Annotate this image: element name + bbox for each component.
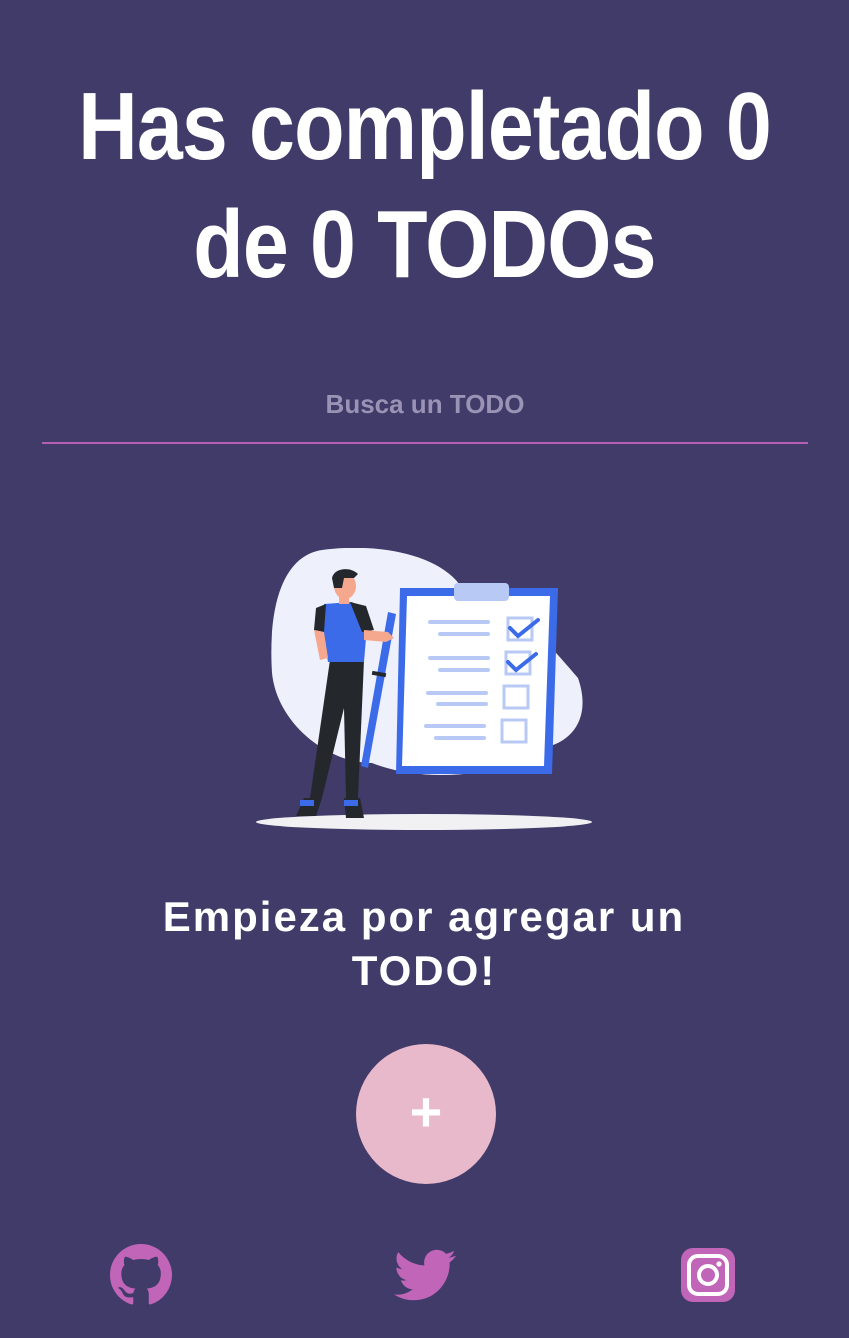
instagram-icon <box>681 1248 735 1302</box>
page-title: Has completado 0 de 0 TODOs <box>78 73 772 298</box>
github-icon <box>110 1244 172 1305</box>
github-link[interactable] <box>110 1244 172 1306</box>
add-todo-button[interactable]: + <box>356 1044 496 1184</box>
empty-state-message: Empieza por agregar un TODO! <box>162 893 686 994</box>
empty-state-illustration <box>252 547 598 834</box>
plus-icon: + <box>409 1080 443 1143</box>
search-bar <box>42 372 808 444</box>
instagram-link[interactable] <box>677 1244 739 1306</box>
twitter-icon <box>394 1249 456 1301</box>
search-input[interactable] <box>42 372 808 436</box>
twitter-link[interactable] <box>394 1244 456 1306</box>
